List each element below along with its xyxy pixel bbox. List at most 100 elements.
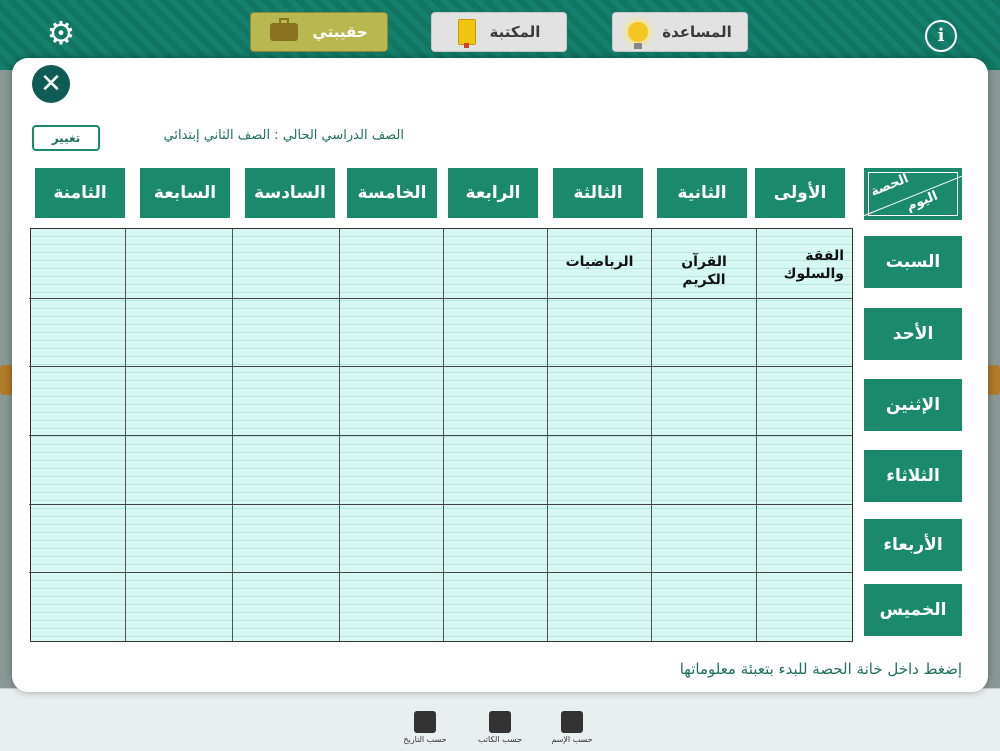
- timetable-cell[interactable]: [339, 298, 443, 367]
- timetable-cell[interactable]: [29, 573, 125, 641]
- timetable-cell[interactable]: [339, 435, 443, 504]
- cell-subject: الرياضيات: [565, 254, 634, 270]
- timetable-cell[interactable]: [443, 229, 547, 298]
- timetable-cell[interactable]: [232, 435, 339, 504]
- timetable-cell[interactable]: [29, 229, 125, 298]
- day-header-thursday[interactable]: الخميس: [864, 584, 962, 636]
- timetable-modal: ✕ الصف الدراسي الحالي : الصف الثاني إبتد…: [12, 58, 988, 692]
- sort-by-date-button[interactable]: حسب التاريخ: [395, 711, 455, 744]
- timetable-cell[interactable]: [651, 573, 756, 641]
- period-header-6[interactable]: السادسة: [245, 168, 335, 218]
- period-header-8[interactable]: الثامنة: [35, 168, 125, 218]
- bottom-bar: حسب التاريخ حسب الكاتب حسب الإسم: [0, 688, 1000, 751]
- timetable-cell[interactable]: [443, 573, 547, 641]
- cell-subject: القرآن الكريم: [681, 254, 727, 288]
- table-row: [29, 297, 852, 367]
- timetable-cell[interactable]: [125, 573, 232, 641]
- close-icon[interactable]: ✕: [32, 65, 70, 103]
- person-icon: [489, 711, 511, 733]
- shelf-knob-right: [986, 365, 1000, 395]
- timetable-cell[interactable]: [232, 367, 339, 435]
- my-bag-button[interactable]: حقيبتي: [250, 12, 388, 52]
- timetable-cell[interactable]: [547, 573, 651, 641]
- day-header-wednesday[interactable]: الأربعاء: [864, 519, 962, 571]
- timetable-cell[interactable]: [232, 573, 339, 641]
- timetable-cell[interactable]: [443, 504, 547, 573]
- sort-by-name-button[interactable]: حسب الإسم: [542, 711, 602, 744]
- library-button[interactable]: المكتبة: [431, 12, 567, 52]
- instruction-hint: إضغط داخل خانة الحصة للبدء بتعبئة معلوما…: [679, 660, 962, 678]
- lightbulb-icon: [628, 22, 649, 49]
- day-header-sunday[interactable]: الأحد: [864, 308, 962, 360]
- timetable-cell[interactable]: [443, 435, 547, 504]
- current-grade-text: الصف الدراسي الحالي : الصف الثاني إبتدائ…: [163, 128, 404, 143]
- help-label: المساعدة: [662, 23, 732, 41]
- calendar-icon: [414, 711, 436, 733]
- timetable-cell[interactable]: [232, 504, 339, 573]
- table-row: [29, 503, 852, 573]
- timetable-cell[interactable]: القرآن الكريم: [651, 229, 756, 298]
- sort-by-name-label: حسب الإسم: [551, 735, 593, 744]
- library-label: المكتبة: [489, 23, 541, 41]
- timetable-cell[interactable]: [339, 229, 443, 298]
- table-row: [29, 572, 852, 641]
- timetable-cell[interactable]: [547, 504, 651, 573]
- timetable-cell[interactable]: [756, 435, 852, 504]
- help-button[interactable]: المساعدة: [612, 12, 748, 52]
- timetable-cell[interactable]: [443, 367, 547, 435]
- book-icon: [457, 19, 476, 48]
- table-row: [29, 366, 852, 435]
- timetable-cell[interactable]: [232, 229, 339, 298]
- timetable-cell[interactable]: الرياضيات: [547, 229, 651, 298]
- info-icon[interactable]: i: [925, 20, 957, 52]
- sort-by-author-button[interactable]: حسب الكاتب: [470, 711, 530, 744]
- timetable-cell[interactable]: [339, 573, 443, 641]
- timetable-cell[interactable]: [125, 229, 232, 298]
- change-grade-button[interactable]: تغيير: [32, 125, 100, 151]
- sort-by-date-label: حسب التاريخ: [403, 735, 447, 744]
- timetable-cell[interactable]: [125, 504, 232, 573]
- timetable-cell[interactable]: [339, 504, 443, 573]
- day-header-saturday[interactable]: السبت: [864, 236, 962, 288]
- sort-by-author-label: حسب الكاتب: [477, 735, 523, 744]
- timetable-cell[interactable]: [443, 298, 547, 367]
- timetable-cell[interactable]: [651, 298, 756, 367]
- period-day-corner-header: الحصة اليوم: [864, 168, 962, 220]
- timetable-cell[interactable]: [125, 367, 232, 435]
- period-header-7[interactable]: السابعة: [140, 168, 230, 218]
- cell-subject: الفقة والسلوك: [783, 248, 844, 282]
- table-row: الفقة والسلوك القرآن الكريم الرياضيات: [29, 229, 852, 298]
- period-header-2[interactable]: الثانية: [657, 168, 747, 218]
- day-header-monday[interactable]: الإثنين: [864, 379, 962, 431]
- period-header-4[interactable]: الرابعة: [448, 168, 538, 218]
- period-header-3[interactable]: الثالثة: [553, 168, 643, 218]
- timetable-cell[interactable]: [756, 504, 852, 573]
- timetable-cell[interactable]: [756, 367, 852, 435]
- timetable-cell[interactable]: [29, 505, 125, 573]
- timetable-cell[interactable]: [29, 299, 125, 367]
- timetable-cell[interactable]: الفقة والسلوك: [756, 229, 852, 298]
- timetable-cell[interactable]: [125, 298, 232, 367]
- briefcase-icon: [270, 18, 299, 41]
- timetable-cell[interactable]: [547, 367, 651, 435]
- timetable-cell[interactable]: [756, 573, 852, 641]
- timetable-cell[interactable]: [756, 298, 852, 367]
- timetable-cell[interactable]: [651, 367, 756, 435]
- timetable-cell[interactable]: [547, 435, 651, 504]
- gear-icon[interactable]: ⚙: [44, 16, 78, 50]
- period-header-5[interactable]: الخامسة: [347, 168, 437, 218]
- timetable-cell[interactable]: [651, 435, 756, 504]
- timetable-cell[interactable]: [29, 436, 125, 504]
- bag-label: حقيبتي: [312, 23, 368, 41]
- timetable-cell[interactable]: [651, 504, 756, 573]
- timetable-cell[interactable]: [547, 298, 651, 367]
- day-header-tuesday[interactable]: الثلاثاء: [864, 450, 962, 502]
- timetable-cell[interactable]: [232, 298, 339, 367]
- timetable-grid: الفقة والسلوك القرآن الكريم الرياضيات: [29, 228, 853, 642]
- timetable-cell[interactable]: [125, 435, 232, 504]
- timetable-cell[interactable]: [339, 367, 443, 435]
- document-icon: [561, 711, 583, 733]
- timetable-cell[interactable]: [29, 367, 125, 435]
- table-row: [29, 434, 852, 504]
- period-header-1[interactable]: الأولى: [755, 168, 845, 218]
